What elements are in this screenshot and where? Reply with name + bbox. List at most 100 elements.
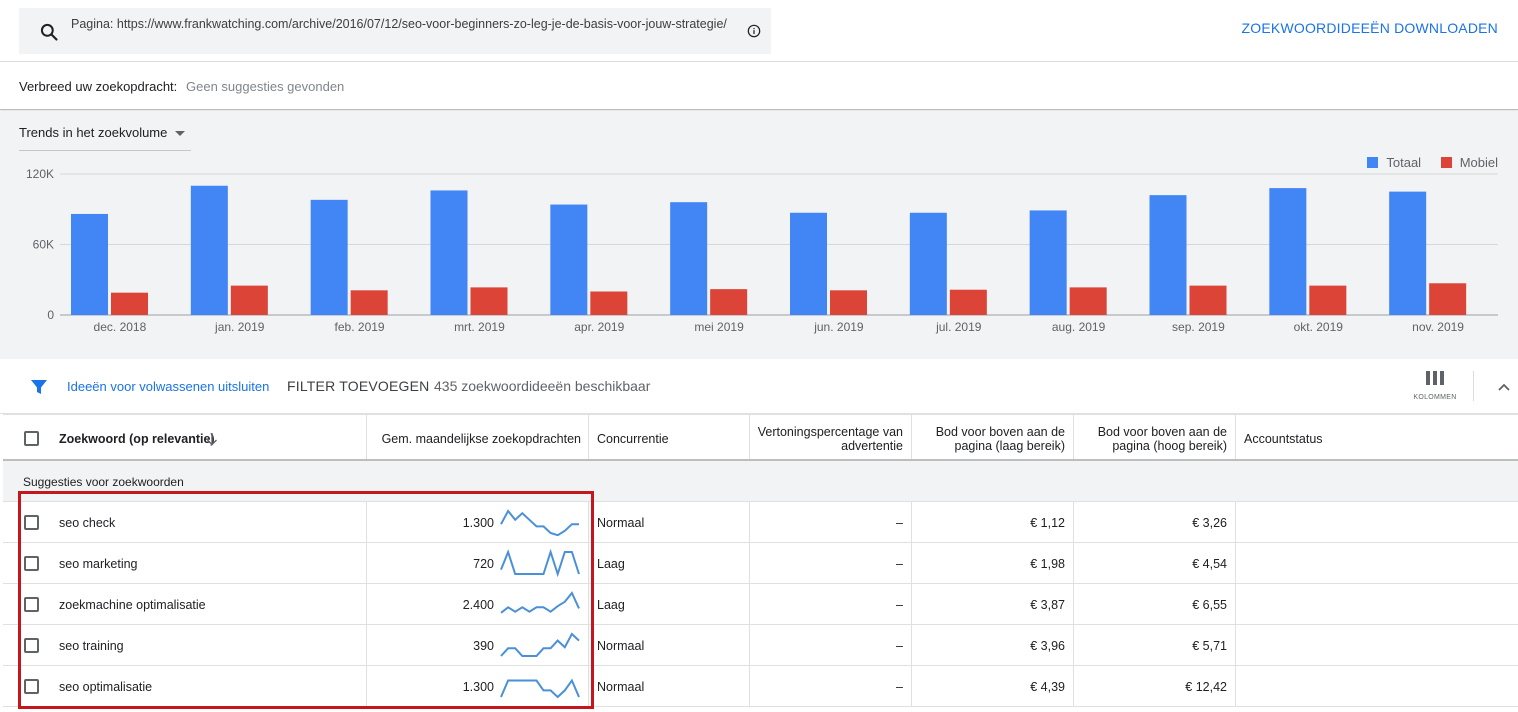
cell-volume: 1.300 [367, 666, 589, 706]
cell-competition: Normaal [589, 502, 750, 542]
bar-totaal [790, 212, 827, 315]
download-ideas-button[interactable]: ZOEKWOORDIDEEËN DOWNLOADEN [1242, 20, 1498, 36]
keyword-text: seo marketing [59, 557, 138, 571]
bar-totaal [909, 212, 947, 315]
trend-dropdown[interactable]: Trends in het zoekvolume [19, 125, 191, 151]
header-bid-low[interactable]: Bod voor boven aan de pagina (laag berei… [912, 415, 1074, 459]
cell-status [1236, 584, 1518, 624]
search-query[interactable]: Pagina: https://www.frankwatching.com/ar… [71, 17, 751, 32]
header-keyword[interactable]: Zoekwoord (op relevantie) [3, 415, 367, 459]
x-tick-label: dec. 2018 [94, 320, 147, 334]
columns-button[interactable]: KOLOMMEN [1410, 371, 1460, 407]
sparkline-line [500, 549, 580, 577]
bar-mobiel [830, 290, 867, 315]
volume-text: 720 [473, 557, 494, 571]
bar-mobiel [710, 289, 748, 315]
cell-keyword: seo marketing [3, 543, 367, 583]
cell-status [1236, 502, 1518, 542]
cell-bid-high: € 12,42 [1074, 666, 1236, 706]
bar-totaal [71, 213, 108, 315]
sparkline-line [500, 678, 580, 699]
bar-mobiel [590, 291, 628, 315]
chevron-up-icon[interactable] [1496, 379, 1512, 395]
keyword-text: seo check [59, 516, 116, 530]
exclude-adult-ideas-link[interactable]: Ideeën voor volwassenen uitsluiten [67, 379, 269, 394]
header-competition[interactable]: Concurrentie [589, 415, 750, 459]
header-keyword-label: Zoekwoord (op relevantie) [59, 432, 215, 446]
filter-icon[interactable] [30, 378, 48, 396]
impression-text: – [896, 516, 903, 530]
x-tick-label: mei 2019 [694, 320, 744, 334]
impression-text: – [896, 598, 903, 612]
volume-text: 1.300 [462, 680, 494, 694]
bid-low-text: € 3,96 [1030, 639, 1065, 653]
bar-totaal [1269, 188, 1307, 315]
header-volume[interactable]: Gem. maandelijkse zoekopdrachten [367, 415, 589, 459]
header-bid-low-line2: pagina (laag bereik) [954, 439, 1066, 453]
impression-text: – [896, 680, 903, 694]
table-row[interactable]: seo optimalisatie 1.300 Normaal – € 4,39 € 12… [3, 666, 1518, 707]
keyword-table: Zoekwoord (op relevantie) Gem. maandelij… [3, 414, 1518, 707]
table-body: seo check 1.300 Normaal – € 1,12 € 3,26 seo ma… [3, 502, 1518, 707]
header-impression-line2: advertentie [841, 439, 903, 453]
table-row[interactable]: seo check 1.300 Normaal – € 1,12 € 3,26 [3, 502, 1518, 543]
volume-text: 390 [473, 639, 494, 653]
bid-high-text: € 6,55 [1192, 598, 1227, 612]
bid-low-text: € 1,12 [1030, 516, 1065, 530]
bar-mobiel [470, 287, 508, 315]
y-tick-label: 60K [33, 238, 54, 252]
trend-sparkline [500, 549, 580, 577]
add-filter-button[interactable]: FILTER TOEVOEGEN [287, 378, 429, 394]
competition-text: Normaal [597, 639, 645, 653]
cell-competition: Laag [589, 543, 750, 583]
bar-totaal [430, 190, 468, 315]
competition-text: Laag [597, 598, 625, 612]
row-checkbox[interactable] [24, 515, 39, 530]
bar-mobiel [111, 292, 148, 315]
search-box[interactable]: Pagina: https://www.frankwatching.com/ar… [19, 8, 771, 54]
cell-volume: 390 [367, 625, 589, 665]
toolbar-divider [1473, 371, 1474, 401]
cell-volume: 720 [367, 543, 589, 583]
cell-impression: – [750, 666, 912, 706]
row-checkbox[interactable] [24, 556, 39, 571]
broaden-search-bar: Verbreed uw zoekopdracht: Geen suggestie… [0, 62, 1518, 110]
cell-impression: – [750, 584, 912, 624]
columns-icon [1426, 371, 1444, 385]
competition-text: Normaal [597, 680, 645, 694]
row-checkbox[interactable] [24, 679, 39, 694]
cell-status [1236, 625, 1518, 665]
trend-dropdown-label: Trends in het zoekvolume [19, 125, 168, 140]
bar-mobiel [1069, 287, 1107, 315]
header-impression-share[interactable]: Vertoningspercentage van advertentie [750, 415, 912, 459]
row-checkbox[interactable] [24, 638, 39, 653]
table-row[interactable]: seo marketing 720 Laag – € 1,98 € 4,54 [3, 543, 1518, 584]
bar-mobiel [1429, 283, 1467, 315]
bid-high-text: € 12,42 [1185, 680, 1227, 694]
cell-keyword: seo check [3, 502, 367, 542]
select-all-checkbox[interactable] [24, 431, 39, 446]
trend-sparkline [500, 632, 580, 657]
bar-mobiel [350, 290, 388, 315]
bid-high-text: € 5,71 [1192, 639, 1227, 653]
x-tick-label: jan. 2019 [214, 320, 265, 334]
cell-bid-high: € 6,55 [1074, 584, 1236, 624]
cell-keyword: seo optimalisatie [3, 666, 367, 706]
table-row[interactable]: seo training 390 Normaal – € 3,96 € 5,71 [3, 625, 1518, 666]
cell-bid-low: € 1,98 [912, 543, 1074, 583]
keyword-text: seo optimalisatie [59, 680, 153, 694]
cell-status [1236, 666, 1518, 706]
cell-competition: Normaal [589, 625, 750, 665]
row-checkbox[interactable] [24, 597, 39, 612]
header-bid-high[interactable]: Bod voor boven aan de pagina (hoog berei… [1074, 415, 1236, 459]
info-icon[interactable] [747, 24, 761, 38]
x-tick-label: nov. 2019 [1412, 320, 1464, 334]
competition-text: Normaal [597, 516, 645, 530]
table-row[interactable]: zoekmachine optimalisatie 2.400 Laag – € 3,8… [3, 584, 1518, 625]
header-account-status-label: Accountstatus [1244, 432, 1323, 446]
x-tick-label: aug. 2019 [1052, 320, 1106, 334]
header-account-status[interactable]: Accountstatus [1236, 415, 1518, 459]
bar-mobiel [1309, 285, 1347, 315]
bar-totaal [670, 202, 708, 315]
ideas-count: 435 zoekwoordideeën beschikbaar [434, 378, 651, 394]
